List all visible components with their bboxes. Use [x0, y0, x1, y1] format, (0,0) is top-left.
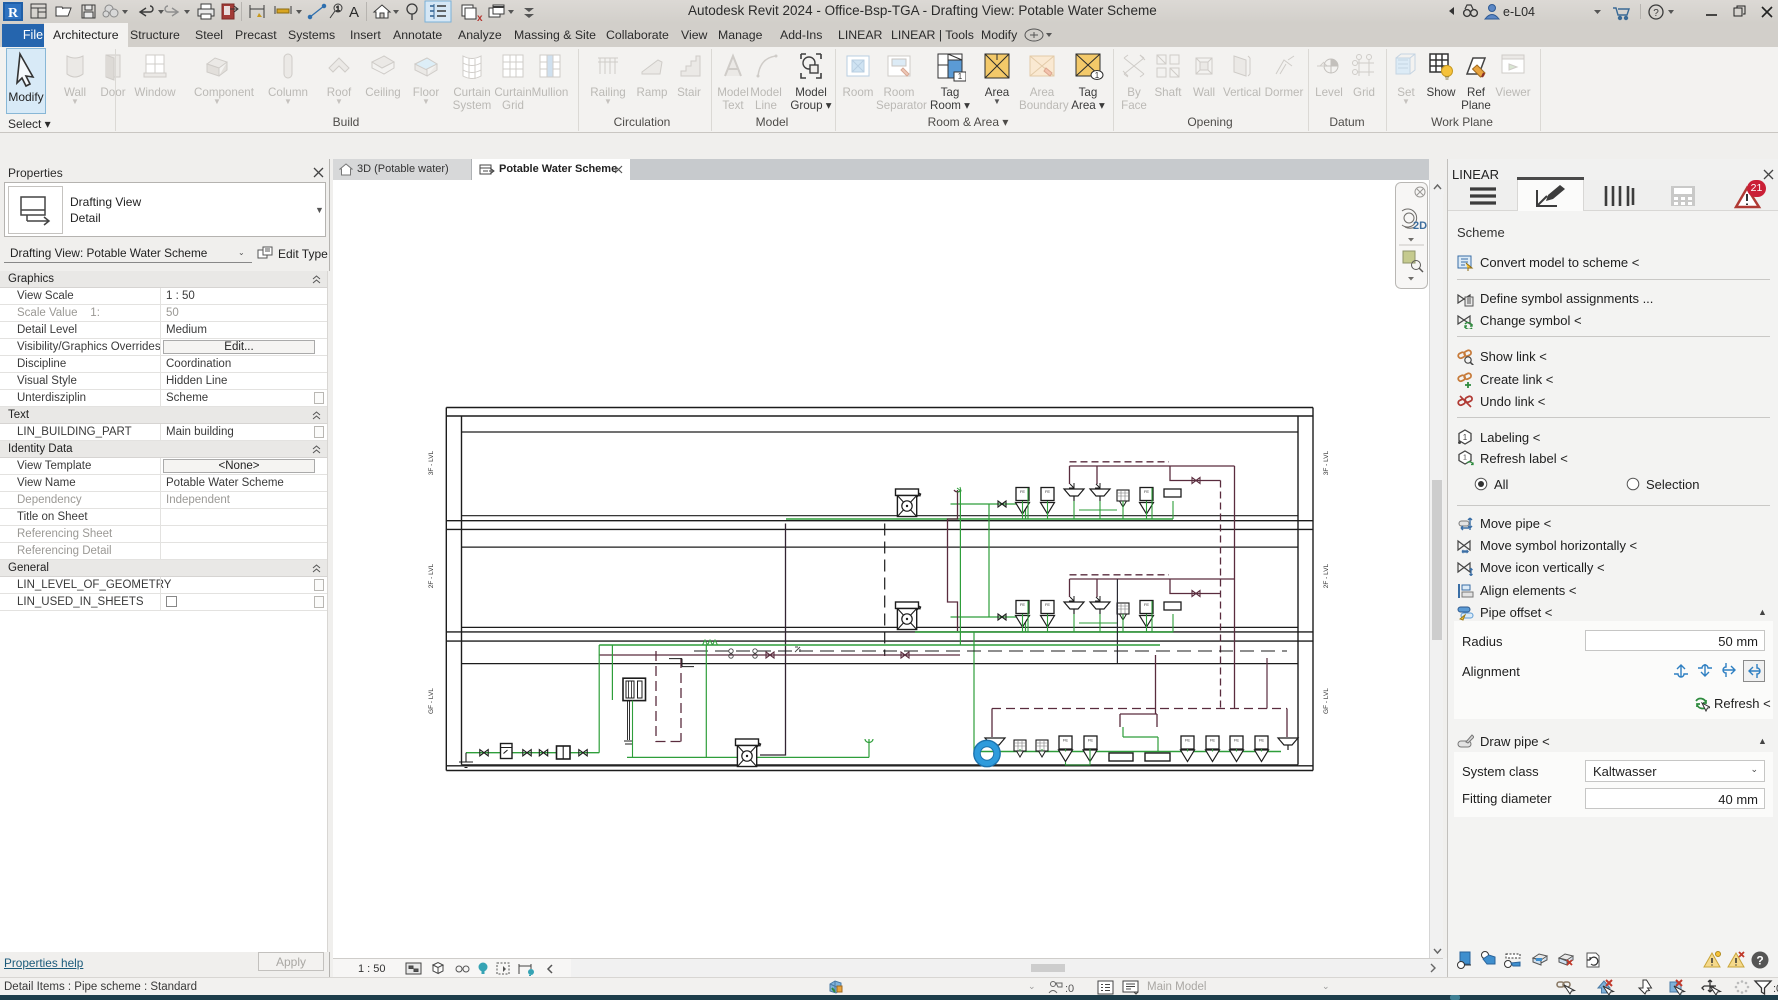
- svg-text:2F - LVL: 2F - LVL: [1323, 563, 1330, 588]
- svg-text:1: 1: [1095, 71, 1100, 80]
- svg-text:1: 1: [958, 72, 963, 81]
- svg-text:1: 1: [336, 6, 340, 13]
- svg-text:FE: FE: [1045, 489, 1050, 494]
- svg-text:2F - LVL: 2F - LVL: [428, 563, 435, 588]
- svg-text:1: 1: [1463, 433, 1468, 442]
- svg-text:?: ?: [1756, 954, 1763, 968]
- svg-text:GF - LVL: GF - LVL: [1323, 688, 1330, 714]
- svg-text:FE: FE: [1185, 738, 1190, 743]
- svg-text:FE: FE: [1144, 489, 1149, 494]
- svg-text:2D: 2D: [1413, 220, 1427, 232]
- svg-text:GF - LVL: GF - LVL: [428, 688, 435, 714]
- svg-text::0: :0: [1065, 983, 1074, 995]
- svg-text:FE: FE: [1259, 738, 1264, 743]
- svg-text:FE: FE: [1020, 489, 1025, 494]
- svg-text::0: :0: [1773, 983, 1778, 995]
- svg-text:FE: FE: [1210, 738, 1215, 743]
- svg-text:FE: FE: [1234, 738, 1239, 743]
- svg-text:e-L04: e-L04: [1503, 5, 1535, 19]
- svg-text:FE: FE: [1063, 738, 1068, 743]
- svg-text:FE: FE: [1144, 602, 1149, 607]
- svg-text:1: 1: [1463, 455, 1467, 462]
- svg-text:3F - LVL: 3F - LVL: [1323, 450, 1330, 475]
- svg-text:R: R: [8, 6, 19, 21]
- svg-text:A: A: [349, 4, 359, 21]
- svg-text:FE: FE: [1020, 602, 1025, 607]
- svg-text:FE: FE: [1088, 738, 1093, 743]
- svg-text:FE: FE: [1045, 602, 1050, 607]
- svg-text:x: x: [477, 13, 483, 23]
- svg-text:3F - LVL: 3F - LVL: [428, 450, 435, 475]
- svg-text:?: ?: [1653, 8, 1659, 19]
